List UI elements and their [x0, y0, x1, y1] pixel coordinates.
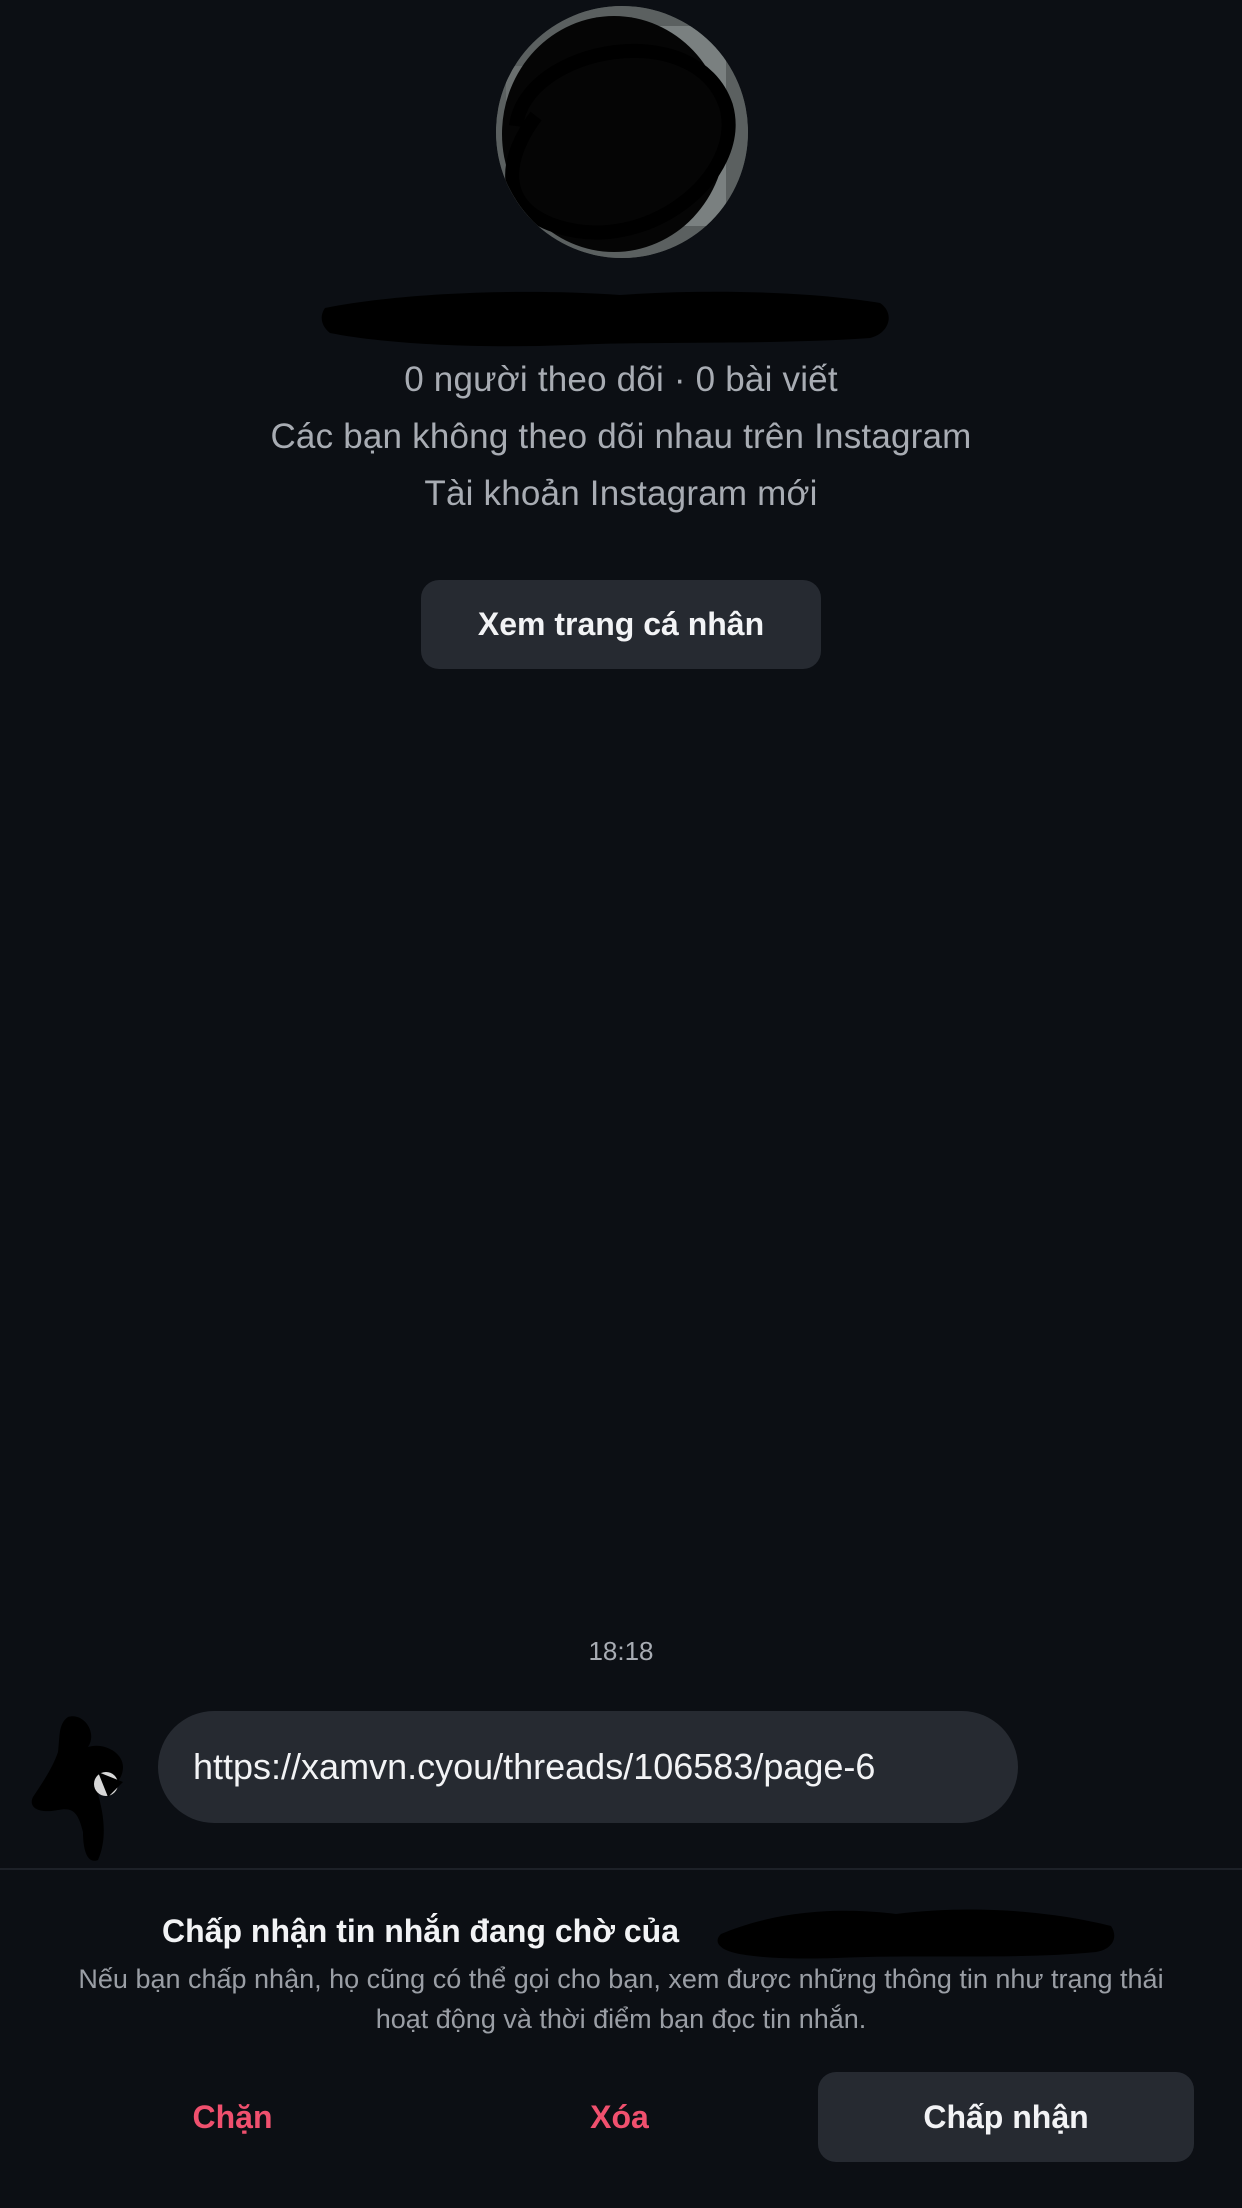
request-description: Nếu bạn chấp nhận, họ cũng có thể gọi ch…: [78, 1964, 1164, 2034]
request-title: Chấp nhận tin nhắn đang chờ của: [162, 1913, 679, 1949]
view-profile-button[interactable]: Xem trang cá nhân: [421, 580, 821, 669]
accept-button[interactable]: Chấp nhận: [818, 2072, 1194, 2162]
redacted-avatar-scribble: [496, 6, 748, 258]
message-text[interactable]: https://xamvn.cyou/threads/106583/page-6: [193, 1746, 875, 1788]
message-bubble[interactable]: https://xamvn.cyou/threads/106583/page-6: [158, 1711, 1018, 1823]
sender-avatar[interactable]: [28, 1712, 138, 1864]
account-note: Tài khoản Instagram mới: [424, 474, 818, 513]
profile-header: 0 người theo dõi · 0 bài viết Các bạn kh…: [0, 0, 1242, 700]
message-timestamp: 18:18: [588, 1636, 654, 1666]
profile-avatar[interactable]: [496, 6, 748, 258]
block-button[interactable]: Chặn: [100, 2072, 365, 2162]
delete-button[interactable]: Xóa: [487, 2072, 752, 2162]
redacted-username: [321, 291, 889, 347]
mutual-follow-status: Các bạn không theo dõi nhau trên Instagr…: [270, 417, 972, 456]
profile-stats: 0 người theo dõi · 0 bài viết: [404, 360, 838, 399]
redacted-request-username: [717, 1909, 1115, 1959]
divider: [0, 1868, 1242, 1870]
